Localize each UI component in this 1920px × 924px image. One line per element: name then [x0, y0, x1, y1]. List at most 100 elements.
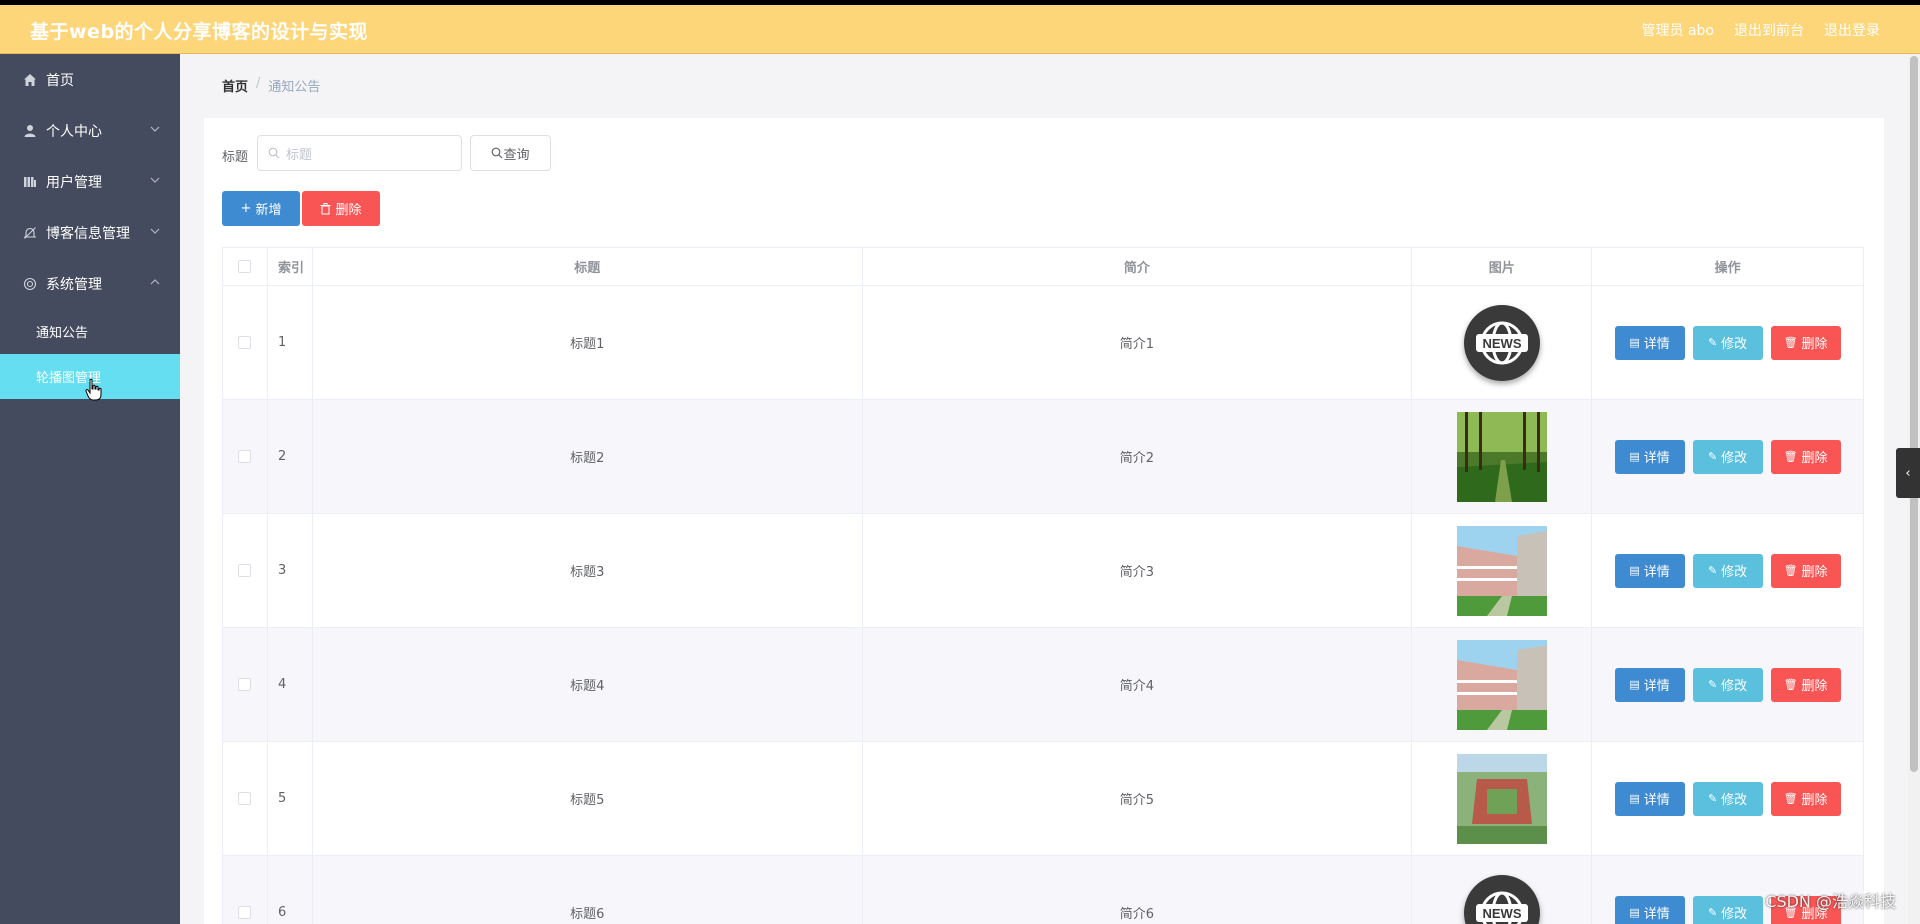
row-thumbnail[interactable]: [1456, 753, 1547, 844]
chevron-down-icon: [150, 228, 160, 234]
detail-button[interactable]: ▤ 详情: [1614, 667, 1685, 702]
search-icon: [268, 147, 280, 159]
scrollbar-thumb[interactable]: [1910, 56, 1918, 772]
delete-button[interactable]: 🗑 删除: [1770, 667, 1841, 702]
table-header-row: 索引 标题 简介 图片 操作: [223, 248, 1864, 286]
sidebar-item-home[interactable]: 首页: [0, 54, 180, 105]
row-index: 2: [268, 400, 313, 513]
plus-icon: +: [240, 201, 252, 216]
back-to-frontend-link[interactable]: 退出到前台: [1734, 20, 1804, 40]
pencil-icon: ✎: [1707, 678, 1718, 691]
detail-button[interactable]: ▤ 详情: [1614, 439, 1685, 474]
delete-button[interactable]: 🗑 删除: [1770, 781, 1841, 816]
logout-link[interactable]: 退出登录: [1824, 20, 1880, 40]
row-image-cell: [1412, 514, 1593, 627]
search-icon: [492, 147, 503, 159]
row-thumbnail[interactable]: [1456, 639, 1547, 730]
trash-icon: 🗑: [1783, 336, 1798, 349]
row-desc: 简介5: [863, 742, 1413, 855]
detail-button[interactable]: ▤ 详情: [1614, 553, 1685, 588]
row-title: 标题3: [313, 514, 863, 627]
detail-button[interactable]: ▤ 详情: [1614, 781, 1685, 816]
row-checkbox[interactable]: [238, 792, 252, 805]
edit-button-label: 修改: [1721, 451, 1748, 466]
delete-button[interactable]: 🗑 删除: [1770, 325, 1841, 360]
row-image-cell: NEWS: [1412, 856, 1593, 924]
detail-button-label: 详情: [1643, 907, 1670, 922]
detail-button[interactable]: ▤ 详情: [1614, 895, 1685, 924]
add-button-label: 新增: [255, 203, 282, 218]
campus-aerial-image: [1456, 753, 1547, 844]
query-button[interactable]: 查询: [470, 135, 551, 171]
pencil-icon: ✎: [1707, 450, 1718, 463]
row-checkbox-cell: [223, 628, 268, 741]
select-all-checkbox[interactable]: [238, 260, 252, 273]
edit-button[interactable]: ✎ 修改: [1692, 553, 1763, 588]
breadcrumb-home[interactable]: 首页: [222, 76, 248, 95]
edit-button-label: 修改: [1721, 907, 1748, 922]
table-row: 4 标题4 简介4 ▤ 详情 ✎ 修改 🗑 删除: [223, 628, 1864, 742]
delete-button-label: 删除: [1801, 679, 1828, 694]
detail-button[interactable]: ▤ 详情: [1614, 325, 1685, 360]
main-content: 首页 / 通知公告 标题 标题 查询 + 新增 删除 索引 标题 简介 图片 操…: [180, 54, 1908, 924]
row-actions: ▤ 详情 ✎ 修改 🗑 删除: [1592, 742, 1864, 855]
delete-button[interactable]: 🗑 删除: [1770, 553, 1841, 588]
edit-button[interactable]: ✎ 修改: [1692, 439, 1763, 474]
row-checkbox-cell: [223, 514, 268, 627]
sidebar-item-personal-center[interactable]: 个人中心: [0, 105, 180, 156]
edit-button[interactable]: ✎ 修改: [1692, 781, 1763, 816]
sidebar-item-blog-info[interactable]: 博客信息管理: [0, 207, 180, 258]
sidebar-item-user-management[interactable]: 用户管理: [0, 156, 180, 207]
add-button[interactable]: + 新增: [222, 191, 300, 226]
row-checkbox[interactable]: [238, 678, 252, 691]
pencil-icon: ✎: [1707, 564, 1718, 577]
row-thumbnail[interactable]: NEWS: [1457, 298, 1547, 388]
row-thumbnail[interactable]: [1456, 525, 1547, 616]
table-body: 1 标题1 简介1 NEWS ▤ 详情 ✎ 修改 🗑 删除 2 标题2 简介2 ▤ 详情 ✎ 修改 🗑 删除 3 标题3…: [223, 286, 1864, 924]
row-checkbox[interactable]: [238, 336, 252, 349]
trash-icon: 🗑: [1783, 792, 1798, 805]
row-desc: 简介6: [863, 856, 1413, 924]
search-input[interactable]: 标题: [257, 135, 462, 171]
chevron-up-icon: [150, 279, 160, 285]
edit-button[interactable]: ✎ 修改: [1692, 895, 1763, 924]
row-actions: ▤ 详情 ✎ 修改 🗑 删除: [1592, 400, 1864, 513]
query-button-label: 查询: [503, 147, 530, 163]
delete-button[interactable]: 🗑 删除: [1770, 439, 1841, 474]
bars-icon: [22, 174, 38, 190]
search-placeholder: 标题: [286, 147, 313, 163]
document-icon: ▤: [1629, 792, 1640, 805]
row-thumbnail[interactable]: [1456, 411, 1547, 502]
row-checkbox-cell: [223, 742, 268, 855]
batch-delete-button[interactable]: 删除: [302, 191, 380, 226]
sidebar-item-label: 博客信息管理: [46, 225, 130, 242]
table-row: 1 标题1 简介1 NEWS ▤ 详情 ✎ 修改 🗑 删除: [223, 286, 1864, 400]
row-checkbox[interactable]: [238, 564, 252, 577]
row-checkbox[interactable]: [238, 906, 252, 919]
row-index: 1: [268, 286, 313, 399]
row-thumbnail[interactable]: NEWS: [1457, 868, 1547, 924]
sidebar-subitem-notices[interactable]: 通知公告: [0, 309, 180, 354]
trash-icon: [320, 202, 331, 214]
row-checkbox[interactable]: [238, 450, 252, 463]
detail-button-label: 详情: [1643, 337, 1670, 352]
campus-building-image: [1456, 639, 1547, 730]
sidebar-item-system-management[interactable]: 系统管理: [0, 258, 180, 309]
row-image-cell: [1412, 742, 1593, 855]
row-title: 标题1: [313, 286, 863, 399]
edit-button[interactable]: ✎ 修改: [1692, 667, 1763, 702]
header-checkbox-cell: [223, 248, 268, 285]
table-row: 5 标题5 简介5 ▤ 详情 ✎ 修改 🗑 删除: [223, 742, 1864, 856]
breadcrumb-separator: /: [256, 76, 261, 91]
content-card: 标题 标题 查询 + 新增 删除 索引 标题 简介 图片 操作 1 标题1 简介…: [204, 118, 1884, 924]
row-checkbox-cell: [223, 400, 268, 513]
news-logo-image: NEWS: [1463, 874, 1540, 924]
side-panel-toggle[interactable]: ‹: [1896, 448, 1920, 498]
sidebar-item-label: 个人中心: [46, 123, 102, 140]
row-desc: 简介2: [863, 400, 1413, 513]
row-actions: ▤ 详情 ✎ 修改 🗑 删除: [1592, 514, 1864, 627]
admin-label[interactable]: 管理员 abo: [1642, 20, 1714, 40]
edit-button[interactable]: ✎ 修改: [1692, 325, 1763, 360]
delete-button-label: 删除: [1801, 451, 1828, 466]
search-label: 标题: [222, 150, 249, 165]
